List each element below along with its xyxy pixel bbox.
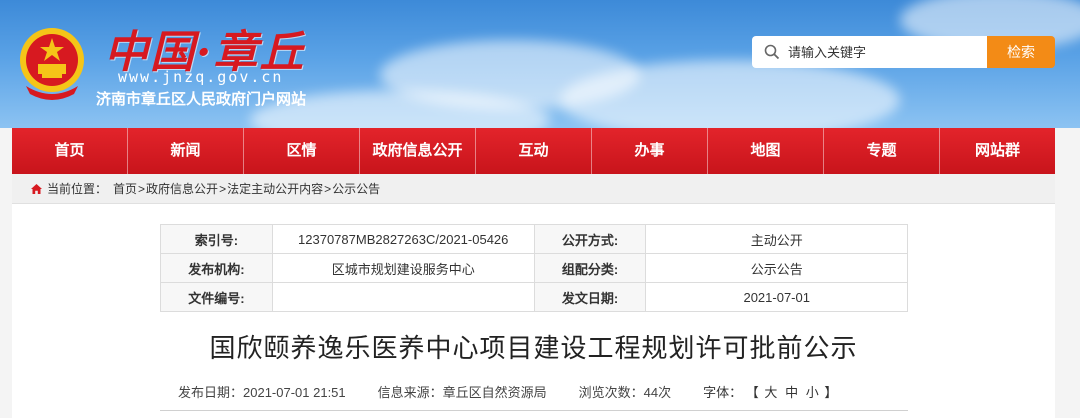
site-subtitle: 济南市章丘区人民政府门户网站 <box>96 90 307 108</box>
article-info: 发布日期：2021-07-01 21:51 信息来源：章丘区自然资源局 浏览次数… <box>178 382 837 401</box>
font-size-switcher: 字体： 【 大 中 小 】 <box>703 382 837 401</box>
main-nav: 首页 新闻 区情 政府信息公开 互动 办事 地图 专题 网站群 <box>12 128 1055 174</box>
nav-item-news[interactable]: 新闻 <box>128 128 244 174</box>
breadcrumb-gov-info[interactable]: 政府信息公开 <box>146 180 218 197</box>
view-count: 浏览次数：44次 <box>578 385 672 400</box>
search-box <box>752 36 988 68</box>
site-url: www.jnzq.gov.cn <box>118 68 284 86</box>
publisher-value: 区城市规划建设服务中心 <box>271 253 535 283</box>
breadcrumb-separator: > <box>324 181 332 196</box>
home-icon <box>31 183 42 194</box>
article-title: 国欣颐养逸乐医养中心项目建设工程规划许可批前公示 <box>209 333 858 363</box>
publisher-label: 发布机构: <box>160 253 273 283</box>
issue-date-label: 发文日期: <box>533 282 647 312</box>
breadcrumb-separator: > <box>219 181 227 196</box>
font-size-medium[interactable]: 中 <box>785 385 798 400</box>
nav-item-map[interactable]: 地图 <box>708 128 824 174</box>
article-content: 索引号: 12370787MB2827263C/2021-05426 公开方式:… <box>12 204 1055 418</box>
national-emblem-icon <box>20 28 84 100</box>
nav-item-district[interactable]: 区情 <box>244 128 360 174</box>
table-row: 发布机构: 区城市规划建设服务中心 组配分类: 公示公告 <box>160 253 908 283</box>
search-icon <box>764 44 780 60</box>
breadcrumb-notice[interactable]: 公示公告 <box>332 180 380 197</box>
category-label: 组配分类: <box>533 253 647 283</box>
breadcrumb-home[interactable]: 首页 <box>113 180 137 197</box>
index-no-label: 索引号: <box>160 224 273 254</box>
font-size-small[interactable]: 小 <box>806 385 819 400</box>
nav-item-services[interactable]: 办事 <box>592 128 708 174</box>
doc-no-label: 文件编号: <box>160 282 273 312</box>
nav-item-gov-info[interactable]: 政府信息公开 <box>360 128 476 174</box>
info-source: 信息来源：章丘区自然资源局 <box>377 385 547 400</box>
search-input[interactable] <box>788 38 978 66</box>
breadcrumb: 当前位置： 首页 > 政府信息公开 > 法定主动公开内容 > 公示公告 <box>12 174 1055 204</box>
table-row: 索引号: 12370787MB2827263C/2021-05426 公开方式:… <box>160 224 908 254</box>
disclosure-value: 主动公开 <box>645 224 908 254</box>
breadcrumb-separator: > <box>138 181 146 196</box>
search-button[interactable]: 检索 <box>987 36 1055 68</box>
nav-item-interact[interactable]: 互动 <box>476 128 592 174</box>
font-size-bracket-close: 】 <box>824 385 838 400</box>
table-row: 文件编号: 发文日期: 2021-07-01 <box>160 282 908 312</box>
site-header: 中国·章丘 www.jnzq.gov.cn 济南市章丘区人民政府门户网站 检索 <box>0 0 1080 128</box>
category-value: 公示公告 <box>645 253 908 283</box>
metadata-table: 索引号: 12370787MB2827263C/2021-05426 公开方式:… <box>160 224 908 312</box>
doc-no-value <box>271 282 535 312</box>
breadcrumb-statutory[interactable]: 法定主动公开内容 <box>227 180 323 197</box>
font-size-large[interactable]: 大 <box>764 385 777 400</box>
divider <box>160 410 908 411</box>
breadcrumb-label: 当前位置： <box>47 182 108 196</box>
index-no-value: 12370787MB2827263C/2021-05426 <box>271 224 535 254</box>
issue-date-value: 2021-07-01 <box>645 282 908 312</box>
publish-date: 发布日期：2021-07-01 21:51 <box>178 385 346 400</box>
disclosure-label: 公开方式: <box>533 224 647 254</box>
font-size-label: 字体： <box>703 385 743 400</box>
nav-item-home[interactable]: 首页 <box>12 128 128 174</box>
nav-item-topics[interactable]: 专题 <box>824 128 940 174</box>
font-size-bracket-open: 【 <box>745 385 759 400</box>
nav-item-site-group[interactable]: 网站群 <box>940 128 1055 174</box>
